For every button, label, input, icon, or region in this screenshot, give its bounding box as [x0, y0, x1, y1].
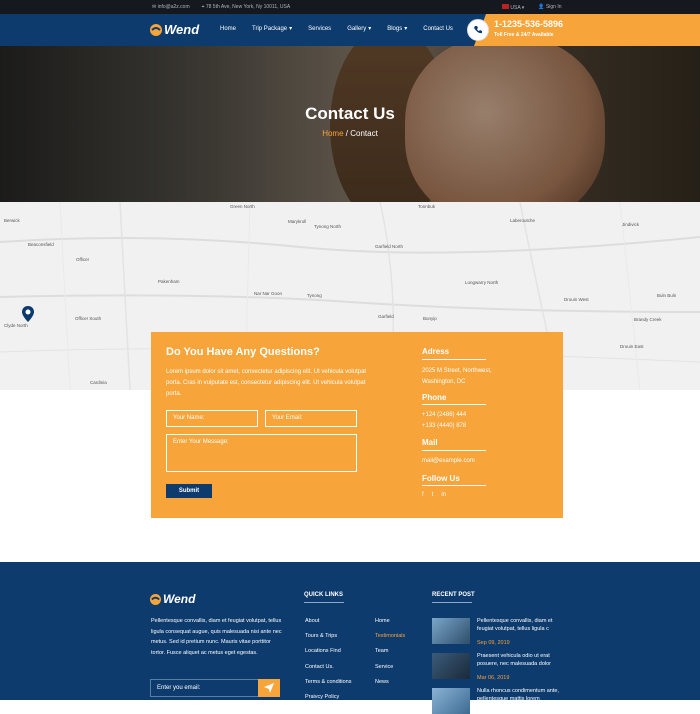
linkedin-icon[interactable]: in [441, 492, 446, 498]
post-title[interactable]: Pellentesque convallis, diam et feugiat … [477, 617, 562, 633]
recent-post-title: RECENT POST [432, 592, 475, 598]
email-input[interactable]: Your Email: [265, 410, 357, 427]
email-info: ✉ info@a2z.com [152, 4, 190, 10]
form-title: Do You Have Any Questions? [166, 346, 320, 358]
nav-item-services[interactable]: Services [308, 25, 331, 32]
divider [304, 602, 344, 603]
signin-link[interactable]: 👤 Sign In [538, 4, 561, 11]
post-date: Sep 09, 2019 [477, 640, 510, 646]
twitter-icon[interactable]: t [432, 492, 434, 498]
divider [422, 404, 486, 405]
footer-link-terms[interactable]: Terms & conditions [305, 679, 351, 685]
brand-logo[interactable]: Wend [150, 22, 199, 37]
flag-icon [502, 4, 509, 9]
footer-link-about[interactable]: About [305, 618, 319, 624]
page-title: Contact Us [305, 104, 395, 123]
divider [422, 359, 486, 360]
language-selector[interactable]: USA ▾ [502, 4, 524, 11]
submit-button[interactable]: Submit [166, 484, 212, 498]
phone-heading: Phone [422, 393, 447, 402]
follow-heading: Follow Us [422, 474, 460, 483]
form-description: Lorem ipsum dolor sit amet, consectetur … [166, 369, 367, 397]
footer-link-home[interactable]: Home [375, 618, 390, 624]
logo-mark-icon [150, 593, 161, 605]
nav-item-contact[interactable]: Contact Us [423, 25, 453, 32]
footer-link-team[interactable]: Team [375, 648, 388, 654]
user-icon: 👤 [538, 4, 545, 10]
post-date: Mar 06, 2019 [477, 675, 510, 681]
divider [432, 602, 472, 603]
post-title[interactable]: Nulla rhoncus condimentum ante, pellente… [477, 687, 562, 711]
footer-link-testimonials[interactable]: Testimonials [375, 633, 405, 639]
divider [422, 485, 486, 486]
breadcrumb-current: Contact [350, 129, 378, 138]
phone-1[interactable]: +124 (2486) 444 [422, 410, 466, 420]
footer-logo[interactable]: Wend [150, 592, 195, 606]
post-thumbnail[interactable] [432, 653, 470, 679]
name-input[interactable]: Your Name: [166, 410, 258, 427]
post-thumbnail[interactable] [432, 618, 470, 644]
footer-link-service[interactable]: Service [375, 664, 393, 670]
nav-menu: Home Trip Package ▾ Services Gallery ▾ Blo… [220, 25, 453, 33]
breadcrumb: Home / Contact [322, 129, 378, 138]
chevron-down-icon: ▾ [404, 26, 408, 32]
nav-item-trip-package[interactable]: Trip Package ▾ [252, 25, 293, 33]
hero-banner [0, 46, 700, 202]
address-line-1: 2025 M Street, Northwest, [422, 368, 492, 374]
mail-heading: Mail [422, 438, 438, 447]
message-input[interactable]: Enter Your Message: [166, 434, 357, 472]
post-title[interactable]: Praesent vehicula odio ut erat posuere, … [477, 652, 562, 668]
breadcrumb-home[interactable]: Home [322, 129, 343, 138]
paper-plane-icon [264, 683, 274, 693]
nav-item-blogs[interactable]: Blogs ▾ [387, 25, 408, 33]
send-button[interactable] [258, 679, 280, 697]
address-heading: Adress [422, 347, 450, 356]
top-bar: ✉ info@a2z.com ⌖ 78 5th Ave, New York, N… [0, 0, 700, 14]
footer-link-locations[interactable]: Locations Find [305, 648, 341, 654]
divider [422, 450, 486, 451]
phone-2[interactable]: +133 (4440) 878 [422, 421, 466, 431]
logo-mark-icon [150, 23, 162, 36]
footer-about: Pellentesque convallis, diam et feugiat … [151, 618, 282, 656]
social-links: f t in [422, 492, 446, 498]
footer-link-news[interactable]: News [375, 679, 389, 685]
map-pin-icon[interactable] [22, 306, 34, 327]
phone-icon [467, 19, 489, 41]
call-subtext: Toll Free & 24/7 Available [494, 32, 554, 38]
address-line-2: Washington, DC [422, 379, 466, 385]
address-info: ⌖ 78 5th Ave, New York, Ny 10011, USA [201, 4, 291, 10]
post-thumbnail[interactable] [432, 688, 470, 714]
call-number[interactable]: 1-1235-536-5896 [494, 19, 563, 29]
nav-item-gallery[interactable]: Gallery ▾ [347, 25, 372, 33]
facebook-icon[interactable]: f [422, 492, 424, 498]
nav-item-home[interactable]: Home [220, 25, 236, 32]
chevron-down-icon: ▾ [368, 26, 372, 32]
chevron-down-icon: ▾ [289, 26, 293, 32]
footer-link-tours[interactable]: Tours & Trips [305, 633, 337, 639]
footer-link-privacy[interactable]: Praivcy Policy [305, 694, 339, 700]
footer-link-contact[interactable]: Contact Us. [305, 664, 334, 670]
quick-links-title: QUICK LINKS [304, 592, 343, 598]
mail-address[interactable]: mail@example.com [422, 456, 475, 466]
